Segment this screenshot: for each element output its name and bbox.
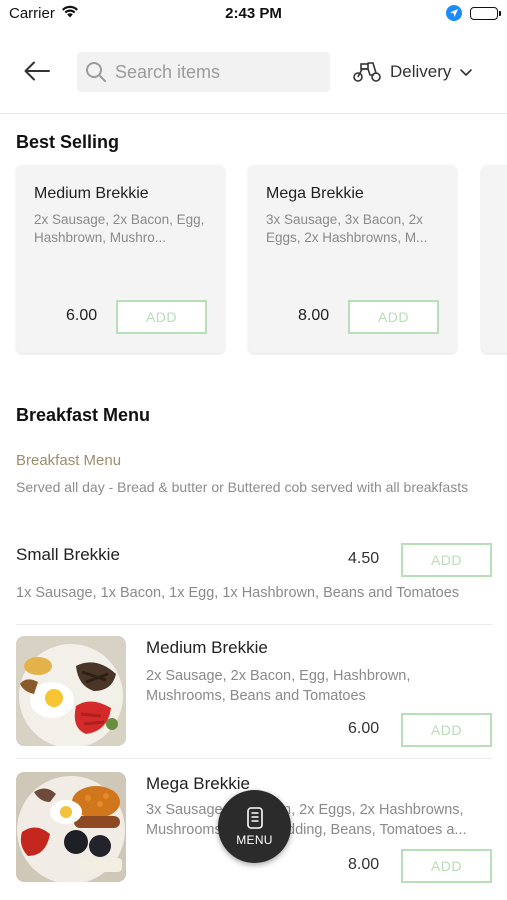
- card-name: Medium Brekkie: [34, 185, 149, 202]
- item-name: Small Brekkie: [16, 545, 120, 564]
- item-description: 1x Sausage, 1x Bacon, 1x Egg, 1x Hashbro…: [16, 585, 460, 601]
- item-price: 4.50: [348, 550, 380, 567]
- best-selling-title: Best Selling: [16, 132, 120, 152]
- menu-item[interactable]: Small Brekkie 4.50 ADD 1x Sausage, 1x Ba…: [16, 540, 492, 620]
- status-right: [446, 5, 501, 21]
- header-bar: Delivery: [0, 30, 507, 114]
- menu-item[interactable]: Medium Brekkie 2x Sausage, 2x Bacon, Egg…: [16, 636, 492, 748]
- delivery-selector[interactable]: Delivery: [352, 56, 473, 88]
- menu-fab-label: MENU: [236, 832, 273, 847]
- add-button[interactable]: ADD: [401, 543, 492, 577]
- add-button[interactable]: ADD: [348, 300, 439, 334]
- item-name: Medium Brekkie: [146, 638, 268, 657]
- card-description: 3x Sausage, 3x Bacon, 2x Eggs, 2x Hashbr…: [266, 212, 428, 245]
- category-title: Breakfast Menu: [16, 452, 122, 469]
- search-bar[interactable]: [77, 52, 330, 92]
- search-icon: [86, 62, 106, 82]
- menu-card-icon: [246, 806, 263, 829]
- add-button[interactable]: ADD: [401, 849, 492, 883]
- battery-icon: [470, 6, 501, 20]
- back-arrow-icon: [24, 61, 50, 81]
- status-bar: Carrier 2:43 PM: [0, 0, 507, 30]
- item-description: 3x Sausage, 3x Bacon, 2x Eggs, 2x Hashbr…: [146, 802, 467, 838]
- card-description: 2x Sausage, 2x Bacon, Egg, Hashbrown, Mu…: [34, 212, 205, 245]
- card-name: Mega Brekkie: [266, 185, 364, 202]
- location-arrow-icon: [446, 5, 462, 21]
- chevron-down-icon: [460, 69, 473, 76]
- menu-fab-button[interactable]: MENU: [218, 790, 291, 863]
- card-price: 8.00: [298, 307, 330, 324]
- breakfast-menu-title: Breakfast Menu: [16, 405, 151, 425]
- category-description: Served all day - Bread & butter or Butte…: [16, 479, 469, 495]
- add-button[interactable]: ADD: [116, 300, 207, 334]
- item-price: 6.00: [348, 720, 380, 737]
- search-input[interactable]: [115, 61, 315, 83]
- item-price: 8.00: [348, 856, 380, 873]
- back-button[interactable]: [22, 56, 52, 86]
- delivery-label: Delivery: [390, 62, 452, 81]
- scooter-icon: [353, 62, 381, 82]
- status-time: 2:43 PM: [225, 5, 282, 22]
- best-selling-card[interactable]: Mega Brekkie 3x Sausage, 3x Bacon, 2x Eg…: [248, 165, 457, 353]
- item-image: [16, 636, 126, 746]
- divider: [16, 624, 492, 625]
- add-button[interactable]: ADD: [401, 713, 492, 747]
- divider: [16, 758, 492, 759]
- item-name: Mega Brekkie: [146, 774, 250, 793]
- card-price: 6.00: [66, 307, 98, 324]
- best-selling-card[interactable]: Medium Brekkie 2x Sausage, 2x Bacon, Egg…: [16, 165, 225, 353]
- item-description: 2x Sausage, 2x Bacon, Egg, Hashbrown, Mu…: [146, 668, 411, 704]
- best-selling-carousel[interactable]: Medium Brekkie 2x Sausage, 2x Bacon, Egg…: [16, 165, 507, 355]
- item-image: [16, 772, 126, 882]
- best-selling-card-peek[interactable]: [481, 165, 507, 353]
